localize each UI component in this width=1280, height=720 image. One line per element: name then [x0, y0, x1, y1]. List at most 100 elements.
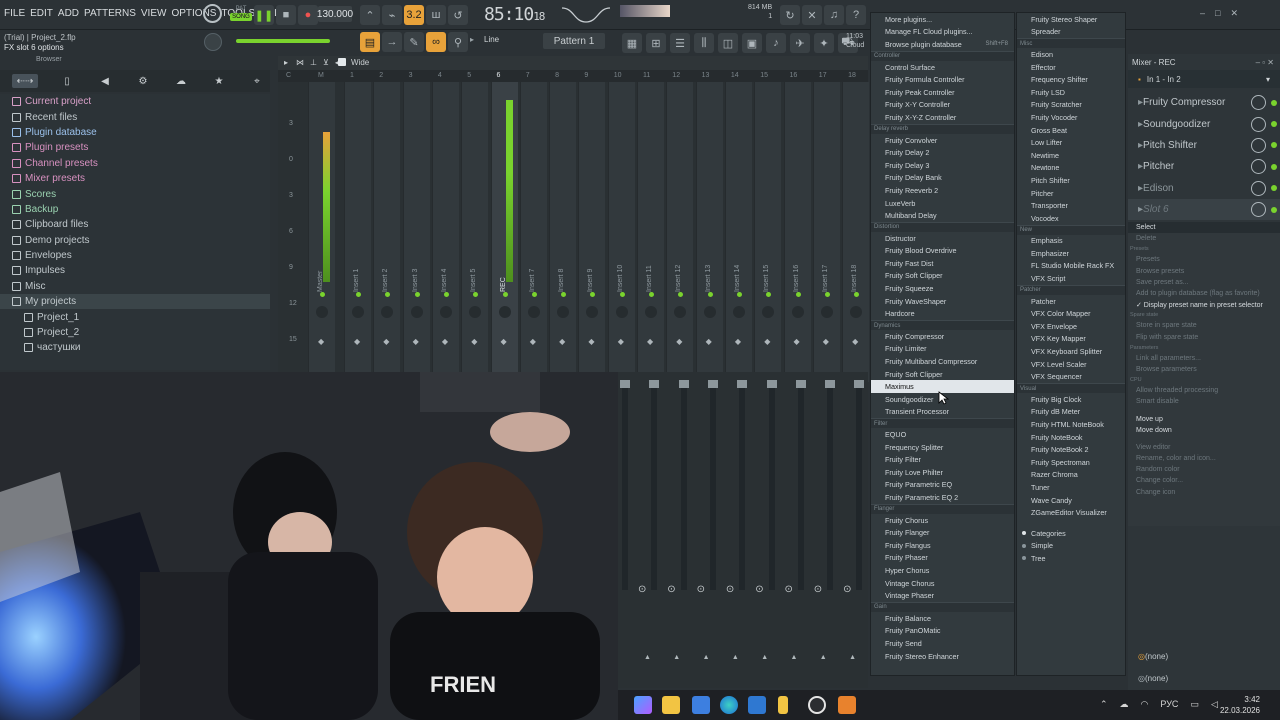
plugin-menu-item[interactable]: Fruity PanOMatic	[871, 625, 1014, 638]
browser-item[interactable]: My projects	[0, 294, 270, 310]
edge-icon[interactable]	[720, 696, 738, 714]
fx-slot[interactable]: ▸ Fruity Compressor	[1128, 92, 1280, 113]
browser-window-icon[interactable]: ▣	[742, 33, 762, 53]
plugin-menu-item[interactable]: VFX Script	[1017, 272, 1125, 285]
copilot-icon[interactable]	[634, 696, 652, 714]
fader-handle[interactable]	[678, 380, 689, 388]
plugin-menu-item[interactable]: Effector	[1017, 61, 1125, 74]
view-icon-2[interactable]: ⊥	[310, 58, 317, 67]
up-arrow-icon[interactable]: ▲	[820, 654, 827, 661]
touch-keyboard-icon[interactable]: ✦	[814, 33, 834, 53]
plugin-menu-item[interactable]: Pitcher	[1017, 187, 1125, 200]
menu-item-edit[interactable]: EDIT	[30, 8, 53, 19]
play-icon[interactable]: ❚❚	[254, 5, 274, 25]
slot-enable-led[interactable]	[1271, 185, 1277, 192]
steam-icon[interactable]	[808, 696, 826, 714]
plugin-menu-item[interactable]: Emphasizer	[1017, 247, 1125, 260]
slot-mix-knob[interactable]	[1251, 180, 1266, 196]
send-knob[interactable]: ⊙	[726, 584, 734, 595]
plugin-menu-item[interactable]: Fruity Soft Clipper	[871, 270, 1014, 283]
track-route-icon[interactable]: ◆	[706, 337, 712, 346]
context-menu-item[interactable]: Select	[1128, 222, 1280, 234]
menu-view-option[interactable]: Simple	[1017, 540, 1125, 553]
mixer-track[interactable]: Insert 9 ◆	[578, 82, 606, 382]
plugin-menu-item[interactable]: Fruity Multiband Compressor	[871, 355, 1014, 368]
track-pan-knob[interactable]	[732, 306, 745, 318]
eq-send-slot[interactable]: ◎ (none)	[1128, 646, 1280, 667]
slot-enable-led[interactable]	[1271, 99, 1277, 106]
track-route-icon[interactable]: ◆	[559, 337, 565, 346]
plugin-menu-item[interactable]: Fruity Delay Bank	[871, 172, 1014, 185]
plugin-menu-item[interactable]: Fruity Convolver	[871, 134, 1014, 147]
track-route-icon[interactable]: ◆	[354, 337, 360, 346]
mixer-track[interactable]: Insert 4 ◆	[431, 82, 459, 382]
plugin-menu-item[interactable]: Vintage Chorus	[871, 577, 1014, 590]
mixer-track[interactable]: Insert 15 ◆	[754, 82, 782, 382]
volume-icon[interactable]: ◁	[1211, 699, 1218, 710]
context-menu-item[interactable]: Move up	[1128, 413, 1280, 424]
plugin-menu-item[interactable]: Fruity NoteBook	[1017, 431, 1125, 444]
track-pan-knob[interactable]	[527, 306, 540, 318]
mixer-track[interactable]: Insert 12 ◆	[666, 82, 694, 382]
fx-slot[interactable]: ▸ Edison	[1128, 178, 1280, 199]
browser-item[interactable]: Project_1	[0, 309, 270, 324]
plugin-menu-item[interactable]: Fruity Balance	[871, 612, 1014, 625]
plugin-menu-item[interactable]: Fruity Delay 3	[871, 159, 1014, 172]
plugin-menu-item[interactable]: Fruity Filter	[871, 453, 1014, 466]
stop-icon[interactable]: ■	[276, 5, 296, 25]
track-active-led[interactable]	[795, 292, 801, 297]
minimize-icon[interactable]: –	[1200, 8, 1205, 19]
wifi-icon[interactable]: ◠	[1141, 699, 1149, 710]
clock-area[interactable]: 3:42 22.03.2026	[1220, 694, 1260, 716]
piano-roll-icon[interactable]: ⊞	[646, 33, 666, 53]
tray-up-icon[interactable]: ⌃	[1100, 699, 1108, 710]
plugin-menu-item[interactable]: Edison	[1017, 48, 1125, 61]
view-icon-3[interactable]: ⊻	[323, 58, 329, 67]
mixer-menu-icon[interactable]: ▸	[284, 58, 288, 67]
fx-slot[interactable]: ▸ Slot 6	[1128, 198, 1280, 221]
track-pan-knob[interactable]	[615, 306, 628, 318]
send-knob[interactable]: ⊙	[755, 584, 763, 595]
loop-icon[interactable]: ↺	[448, 5, 468, 25]
network-icon[interactable]: ▭	[1190, 699, 1199, 710]
send-knob[interactable]: ⊙	[697, 584, 705, 595]
fx-slot[interactable]: ▸ Pitch Shifter	[1128, 135, 1280, 156]
track-active-led[interactable]	[619, 292, 625, 297]
speaker-tab-icon[interactable]: ◀	[96, 74, 114, 88]
plugin-menu-item[interactable]: Fruity Big Clock	[1017, 393, 1125, 406]
plugin-menu-item[interactable]: VFX Key Mapper	[1017, 333, 1125, 346]
mic-icon[interactable]: ♫	[824, 5, 844, 25]
maximize-icon[interactable]: □	[1215, 8, 1220, 19]
browser-item[interactable]: частушки	[0, 340, 270, 355]
plugin-menu-item[interactable]: Fruity Delay 2	[871, 146, 1014, 159]
up-arrow-icon[interactable]: ▲	[849, 654, 856, 661]
track-route-icon[interactable]: ◆	[676, 337, 682, 346]
plugin-menu-item[interactable]: Hardcore	[871, 307, 1014, 320]
plugin-menu-item[interactable]: Razer Chroma	[1017, 469, 1125, 482]
plugin-menu-item[interactable]: Frequency Splitter	[871, 441, 1014, 454]
mixer-track[interactable]: Insert 18 ◆	[842, 82, 870, 382]
plugin-menu-item[interactable]: Fruity Vocoder	[1017, 111, 1125, 124]
record-mode-icon[interactable]	[203, 4, 222, 23]
input-selector[interactable]: ▪ In 1 - In 2 ▾	[1128, 70, 1280, 88]
browser-item[interactable]: Misc	[0, 279, 270, 294]
plugin-menu-item[interactable]: Fruity Parametric EQ 2	[871, 491, 1014, 504]
browser-item[interactable]: Channel presets	[0, 156, 270, 171]
plugin-menu-item[interactable]: VFX Envelope	[1017, 320, 1125, 333]
pencil-icon[interactable]: ✎	[404, 32, 424, 52]
plugin-menu-item[interactable]: ZGameEditor Visualizer	[1017, 506, 1125, 519]
track-active-led[interactable]	[707, 292, 713, 297]
plugin-menu-item[interactable]: Fruity Soft Clipper	[871, 368, 1014, 381]
track-route-icon[interactable]: ◆	[413, 337, 419, 346]
track-route-icon[interactable]: ◆	[318, 337, 324, 346]
mixer-track[interactable]: Insert 10 ◆	[607, 82, 635, 382]
refresh-icon[interactable]: ↻	[780, 5, 800, 25]
blend-icon[interactable]: ш	[426, 5, 446, 25]
plugin-menu-item[interactable]: Patcher	[1017, 295, 1125, 308]
tempo-display[interactable]: 130.000	[317, 6, 353, 22]
track-route-icon[interactable]: ◆	[618, 337, 624, 346]
plugin-menu-item[interactable]: FL Studio Mobile Rack FX	[1017, 260, 1125, 273]
plugin-menu-item[interactable]: Vintage Phaser	[871, 589, 1014, 602]
track-active-led[interactable]	[385, 292, 391, 297]
plugin-menu-item[interactable]: Low Lifter	[1017, 136, 1125, 149]
